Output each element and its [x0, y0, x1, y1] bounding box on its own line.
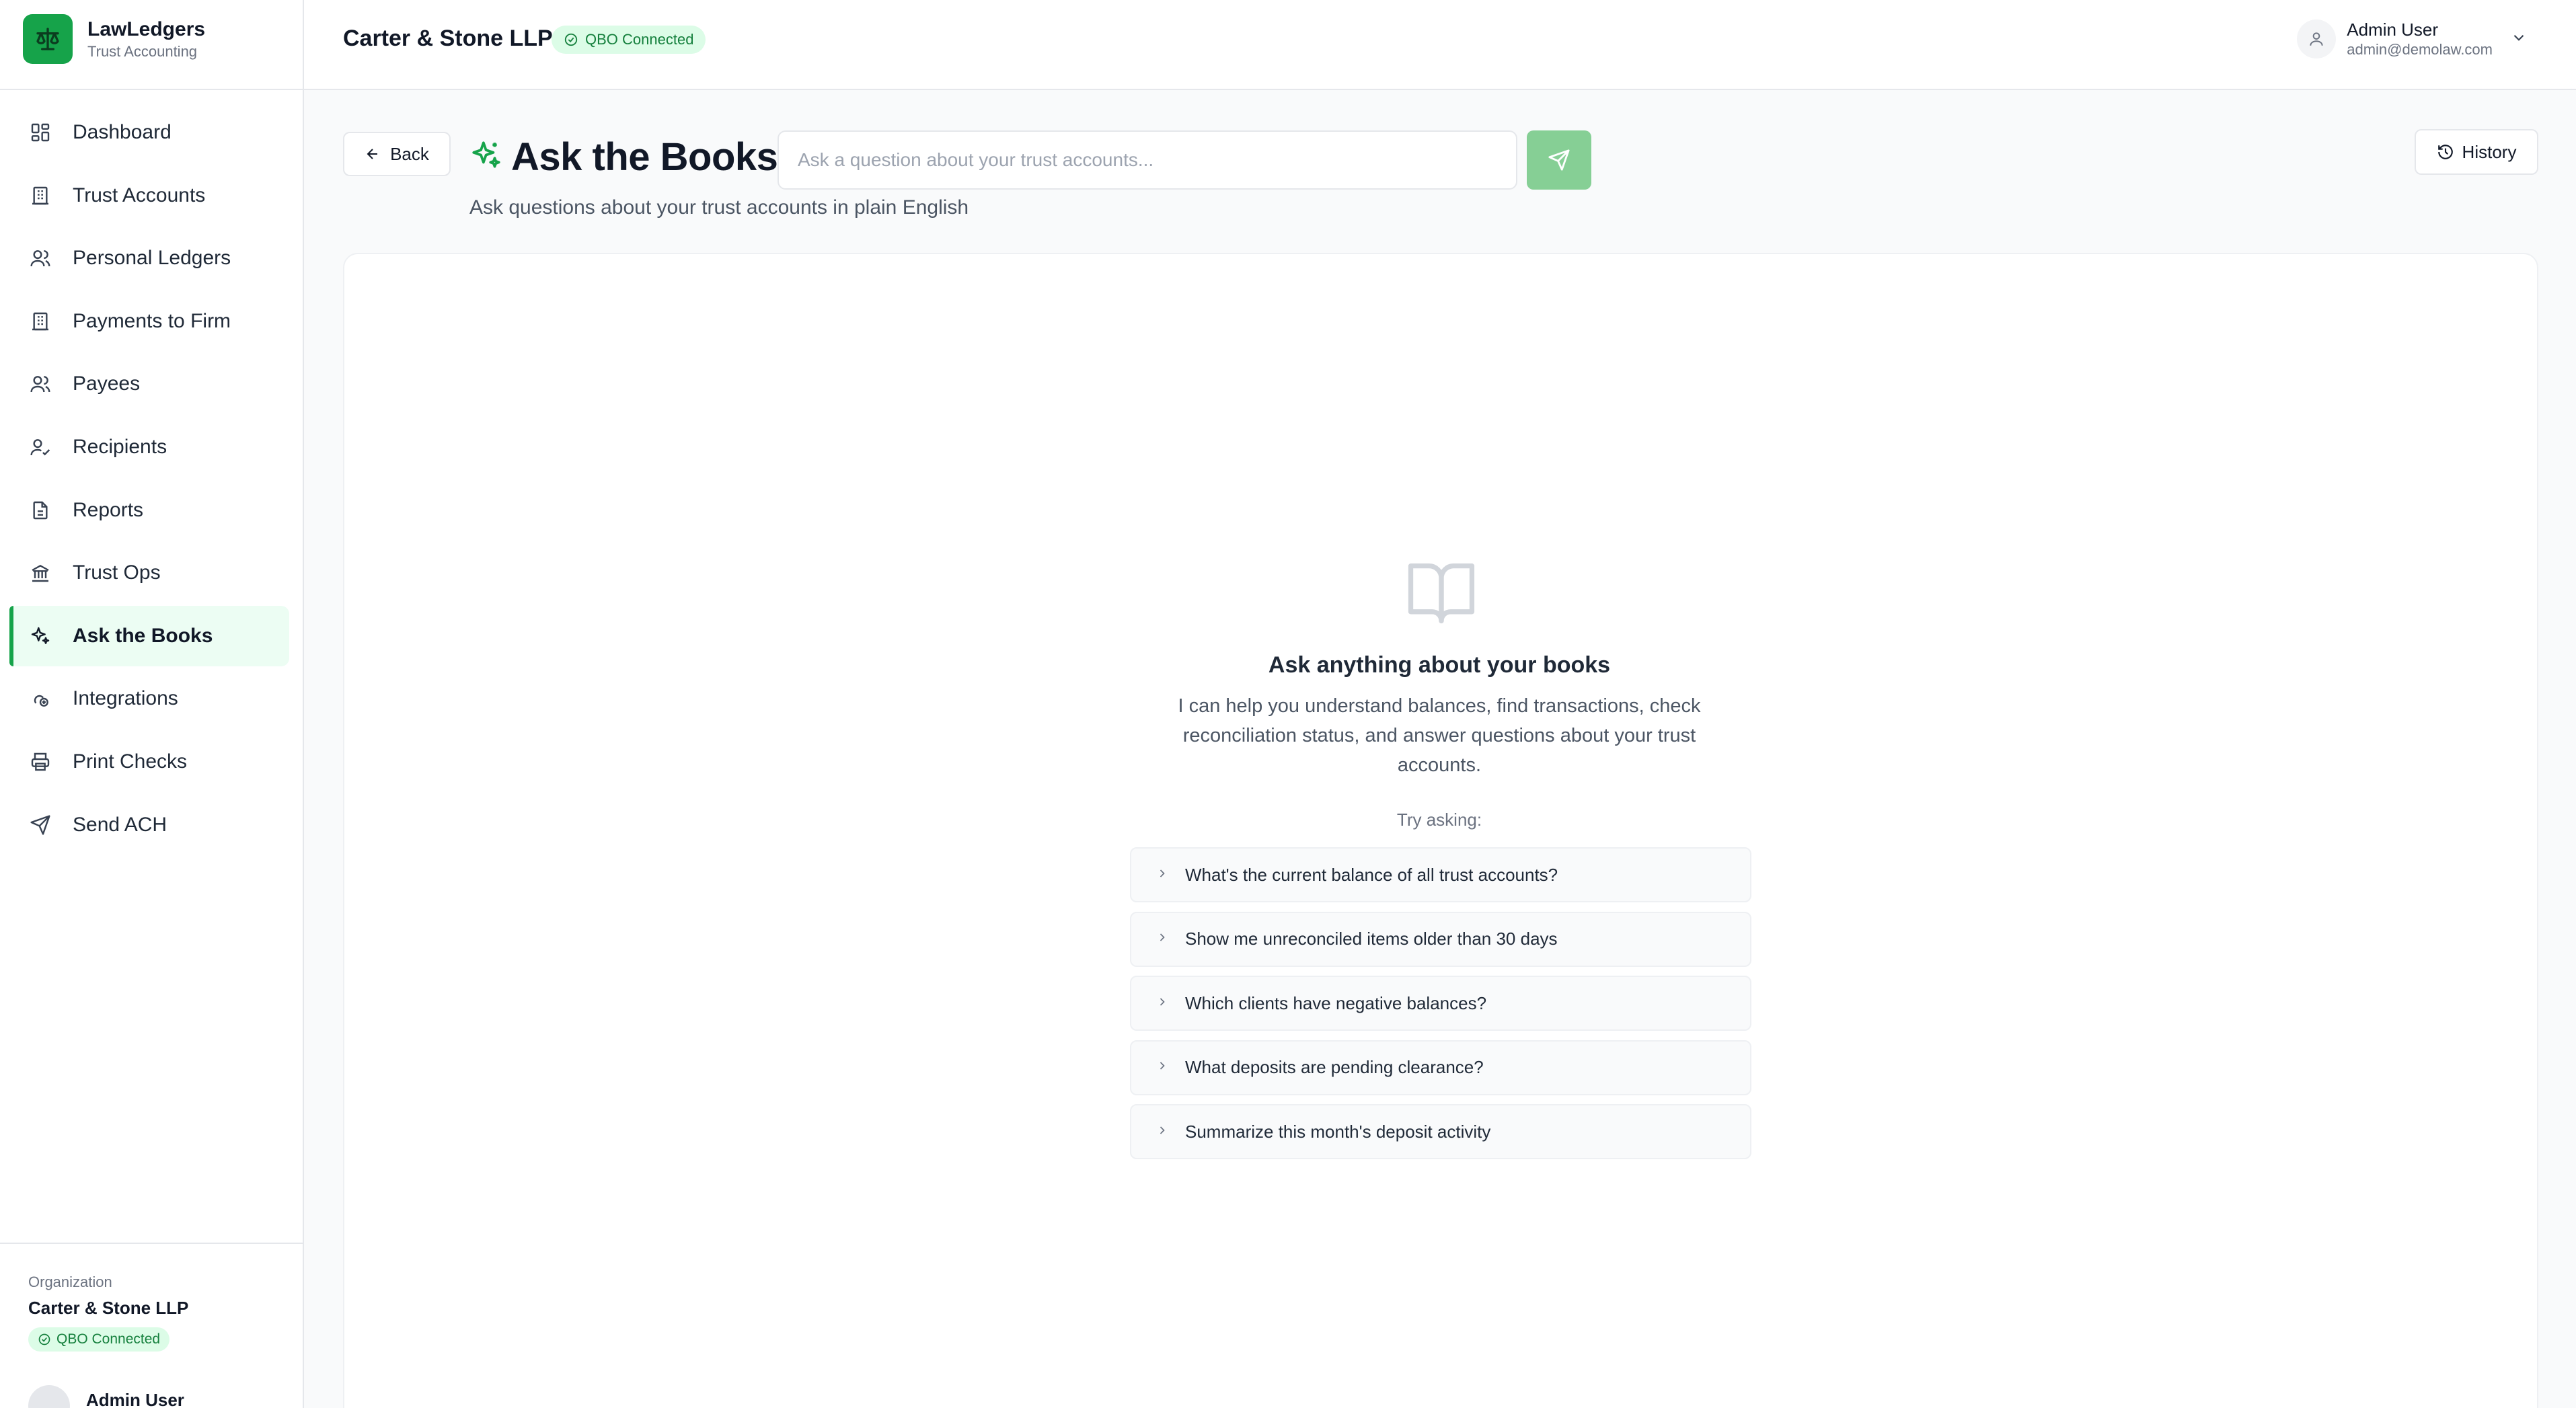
organization-name: Carter & Stone LLP	[28, 1298, 189, 1318]
empty-state-title: Ask anything about your books	[1268, 652, 1611, 678]
suggestion-label: Summarize this month's deposit activity	[1185, 1121, 1491, 1142]
file-icon	[28, 498, 52, 522]
user-icon	[2310, 32, 2323, 46]
chevron-down-icon	[2510, 29, 2528, 50]
send-icon	[28, 813, 52, 837]
bank-icon	[28, 561, 52, 585]
sidebar-user-name: Admin User	[86, 1389, 184, 1408]
sidebar-item-personal-ledgers[interactable]: Personal Ledgers	[9, 228, 289, 288]
sidebar-item-recipients[interactable]: Recipients	[9, 417, 289, 477]
sidebar: LawLedgers Trust Accounting Dashboard Tr…	[0, 0, 304, 1408]
book-open-icon	[1404, 557, 1478, 627]
page-title-group: Ask the Books	[469, 134, 778, 180]
sidebar-item-integrations[interactable]: Integrations	[9, 668, 289, 729]
chevron-right-icon	[1156, 931, 1169, 947]
brand[interactable]: LawLedgers Trust Accounting	[23, 13, 205, 65]
status-badge: QBO Connected	[28, 1327, 170, 1352]
divider	[0, 1243, 303, 1244]
check-circle-icon	[38, 1333, 50, 1345]
suggestion-item[interactable]: Summarize this month's deposit activity	[1130, 1104, 1751, 1159]
sidebar-item-label: Payments to Firm	[73, 309, 231, 332]
sidebar-item-label: Payees	[73, 373, 141, 395]
sidebar-item-label: Integrations	[73, 687, 178, 710]
sidebar-item-label: Trust Accounts	[73, 184, 206, 206]
user-name: Admin User	[2347, 19, 2439, 40]
sidebar-item-label: Reports	[73, 498, 144, 521]
sidebar-nav: Dashboard Trust Accounts Personal Ledger…	[9, 102, 289, 857]
history-icon	[2437, 145, 2453, 159]
send-button[interactable]	[1527, 130, 1591, 190]
sidebar-item-ask-the-books[interactable]: Ask the Books	[9, 605, 289, 666]
building-icon	[28, 309, 52, 334]
brand-subtitle: Trust Accounting	[87, 43, 198, 60]
sidebar-item-trust-ops[interactable]: Trust Ops	[9, 543, 289, 603]
avatar	[2297, 19, 2337, 58]
users-icon	[28, 246, 52, 270]
sidebar-item-label: Recipients	[73, 435, 167, 458]
users-icon	[28, 372, 52, 396]
suggestion-item[interactable]: Which clients have negative balances?	[1130, 976, 1751, 1031]
back-button-label: Back	[390, 143, 429, 164]
ask-question-input[interactable]	[778, 130, 1517, 190]
status-badge-label: QBO Connected	[56, 1331, 161, 1347]
page-subtitle: Ask questions about your trust accounts …	[469, 196, 969, 219]
suggestion-item[interactable]: What's the current balance of all trust …	[1130, 847, 1751, 902]
empty-state-description: I can help you understand balances, find…	[1178, 695, 1701, 776]
brand-name: LawLedgers	[87, 18, 206, 40]
history-button[interactable]: History	[2415, 129, 2538, 175]
firm-name: Carter & Stone LLP	[343, 26, 553, 51]
sidebar-item-dashboard[interactable]: Dashboard	[9, 102, 289, 163]
user-check-icon	[28, 435, 52, 459]
sidebar-item-reports[interactable]: Reports	[9, 480, 289, 541]
try-asking-label: Try asking:	[1396, 810, 1482, 830]
suggestion-label: What's the current balance of all trust …	[1185, 864, 1558, 885]
chevron-right-icon	[1156, 1059, 1169, 1076]
integrations-icon	[28, 687, 52, 711]
sidebar-item-trust-accounts[interactable]: Trust Accounts	[9, 165, 289, 226]
sidebar-user[interactable]: Admin User	[28, 1385, 184, 1408]
scales-logo-icon	[23, 14, 73, 64]
user-email: admin@demolaw.com	[2347, 41, 2493, 58]
sidebar-item-label: Send ACH	[73, 813, 167, 836]
back-button[interactable]: Back	[343, 132, 451, 176]
organization-label: Organization	[28, 1274, 112, 1290]
arrow-left-icon	[367, 149, 378, 159]
dashboard-icon	[28, 120, 52, 145]
chevron-right-icon	[1156, 995, 1169, 1012]
check-circle-icon	[564, 33, 578, 46]
sidebar-item-label: Dashboard	[73, 121, 172, 143]
chevron-right-icon	[1156, 867, 1169, 884]
suggestion-item[interactable]: What deposits are pending clearance?	[1130, 1040, 1751, 1095]
sidebar-item-label: Ask the Books	[73, 624, 213, 647]
sparkles-icon	[469, 139, 503, 175]
building-icon	[28, 184, 52, 208]
divider	[0, 89, 303, 90]
sidebar-item-label: Trust Ops	[73, 561, 161, 584]
avatar	[28, 1385, 70, 1408]
suggestion-label: Which clients have negative balances?	[1185, 992, 1487, 1013]
sidebar-item-payments-to-firm[interactable]: Payments to Firm	[9, 291, 289, 352]
suggestion-label: What deposits are pending clearance?	[1185, 1057, 1484, 1077]
sparkles-icon	[28, 624, 52, 648]
printer-icon	[28, 750, 52, 774]
status-badge-label: QBO Connected	[585, 31, 694, 48]
chevron-right-icon	[1156, 1124, 1169, 1140]
sidebar-item-payees[interactable]: Payees	[9, 354, 289, 414]
top-bar: Carter & Stone LLP QBO Connected Admin U…	[304, 0, 2576, 90]
sidebar-item-label: Print Checks	[73, 750, 188, 773]
suggestion-item[interactable]: Show me unreconciled items older than 30…	[1130, 911, 1751, 967]
sidebar-item-send-ach[interactable]: Send ACH	[9, 795, 289, 855]
suggestion-label: Show me unreconciled items older than 30…	[1185, 929, 1558, 949]
send-icon	[1548, 149, 1570, 171]
sidebar-item-label: Personal Ledgers	[73, 247, 231, 270]
history-button-label: History	[2462, 141, 2517, 162]
page-title: Ask the Books	[511, 135, 778, 179]
status-badge: QBO Connected	[552, 26, 706, 54]
chat-panel	[343, 253, 2538, 1408]
user-menu[interactable]: Admin User admin@demolaw.com	[2297, 19, 2528, 59]
sidebar-item-print-checks[interactable]: Print Checks	[9, 732, 289, 792]
suggestion-list: What's the current balance of all trust …	[1130, 847, 1751, 1169]
